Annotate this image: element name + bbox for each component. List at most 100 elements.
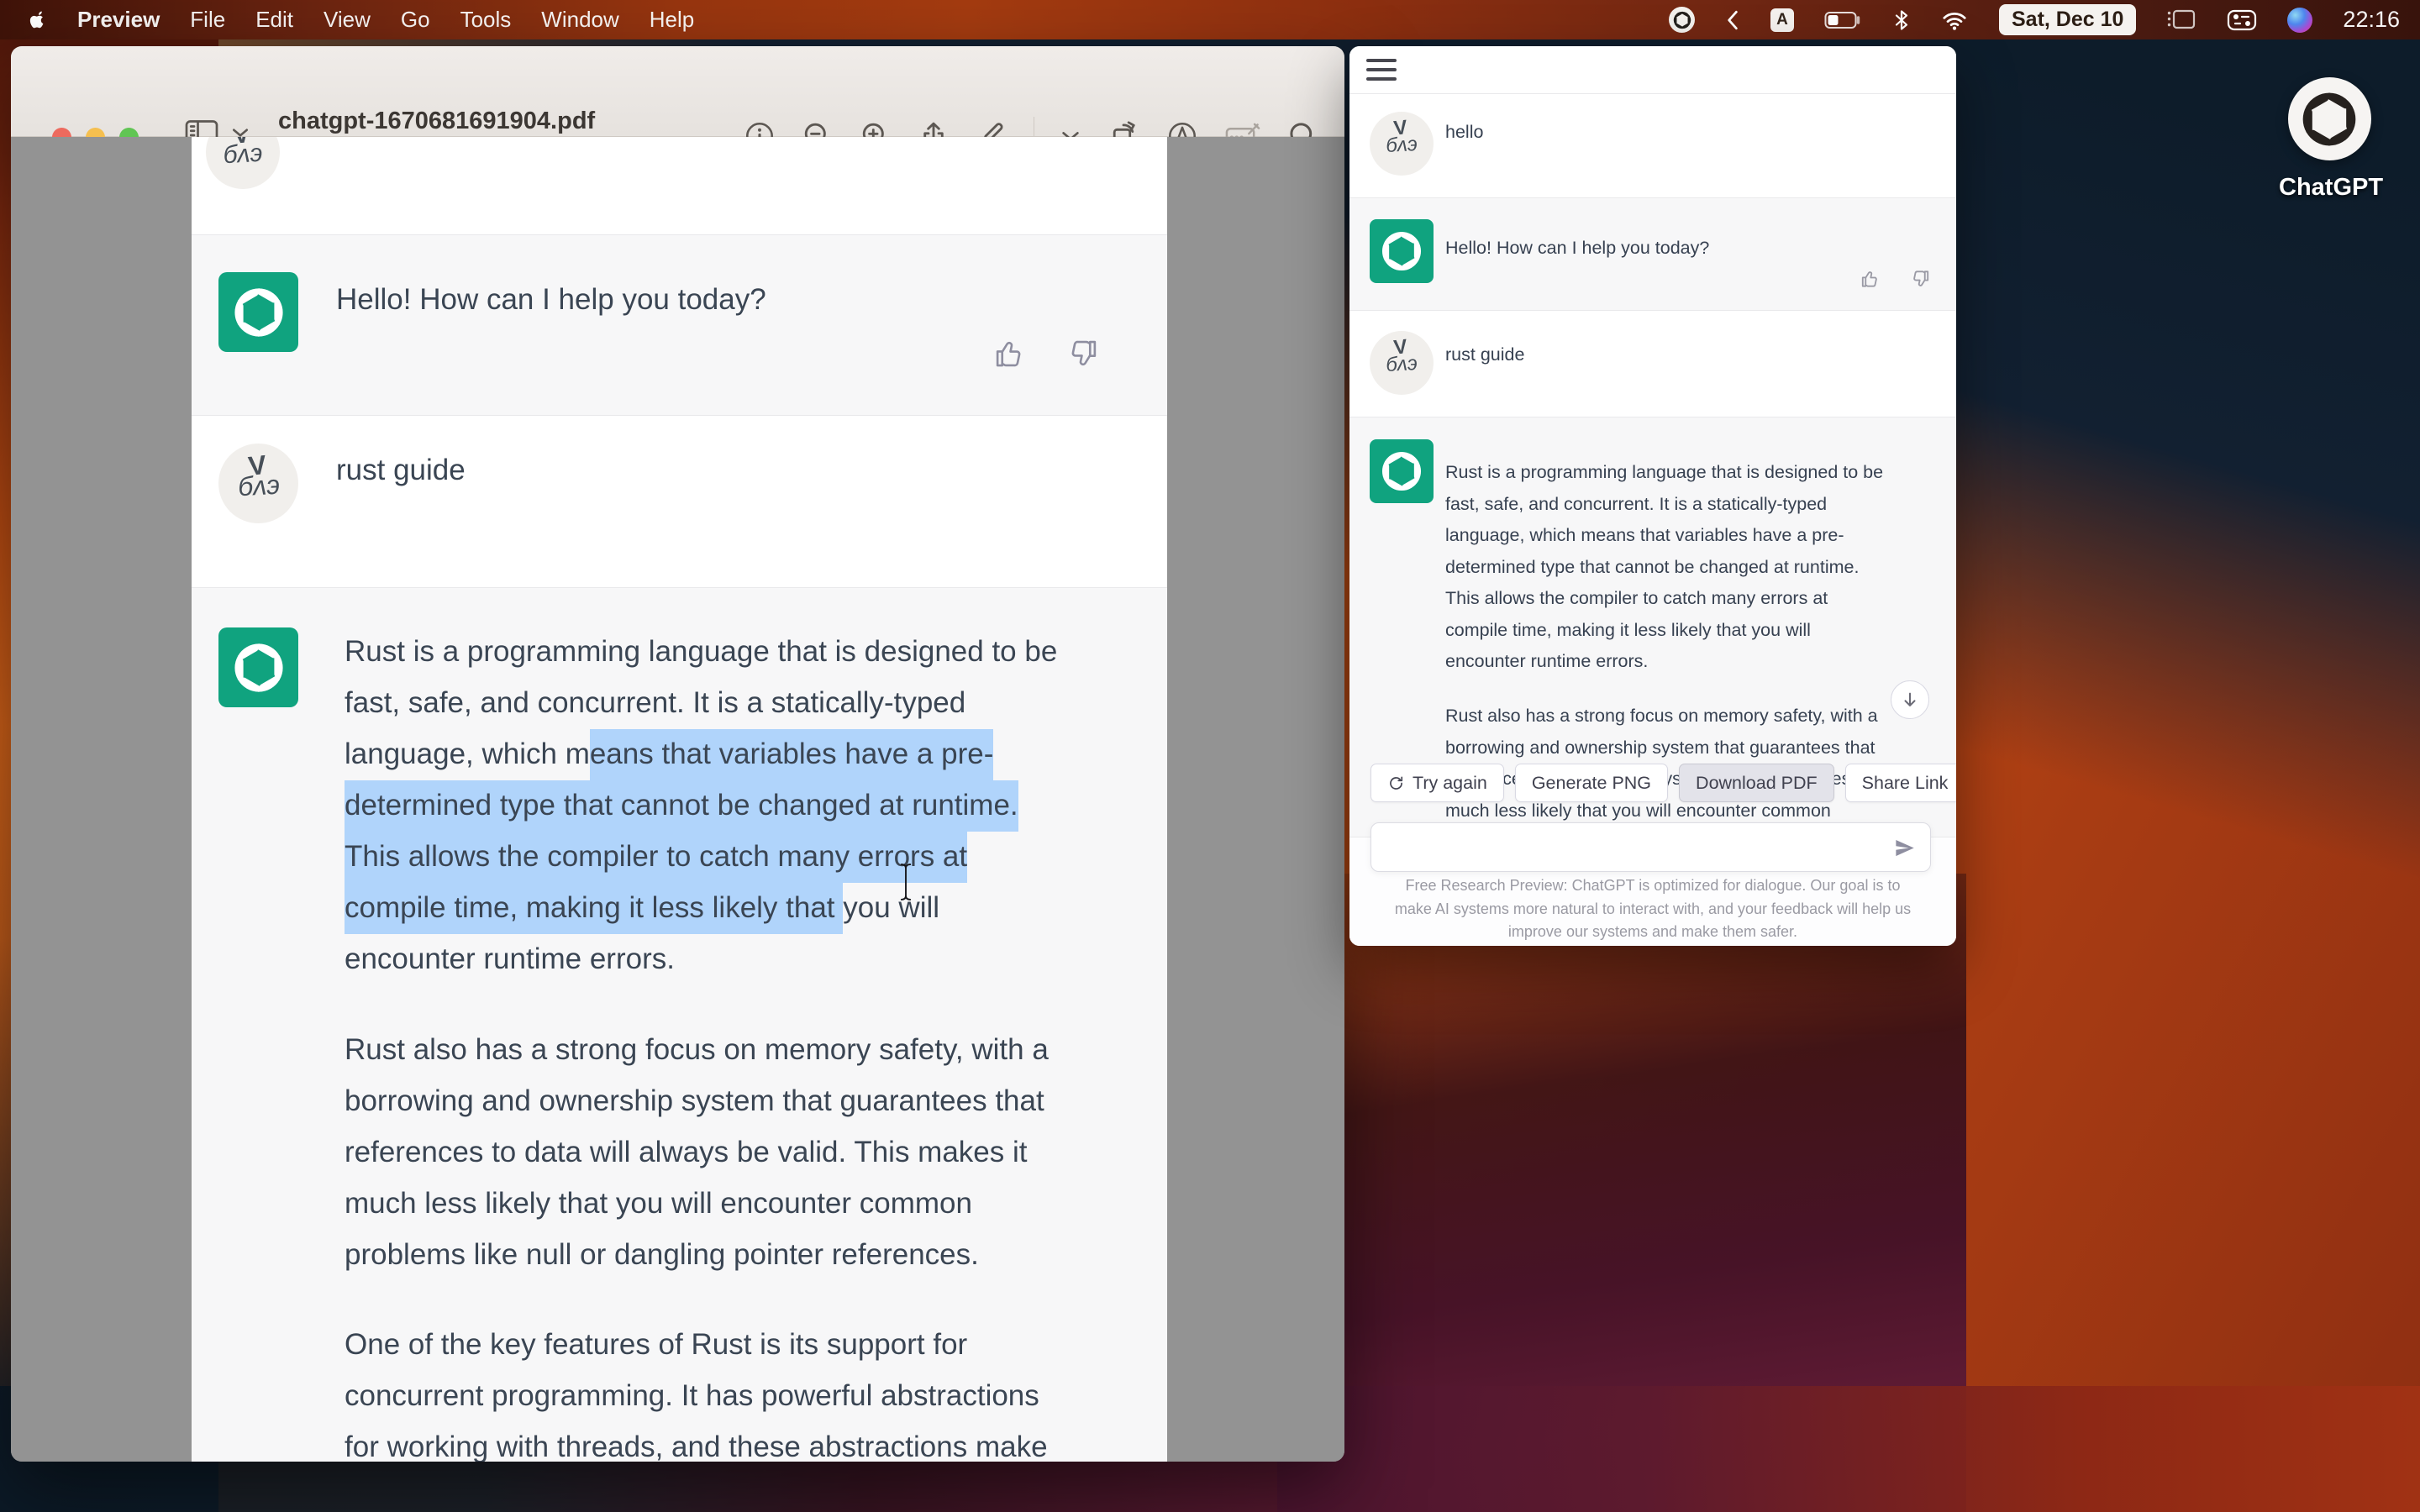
text-line: compile time, making it less likely that… — [345, 882, 1057, 933]
input-source-icon[interactable]: A — [1770, 8, 1794, 32]
user-avatar: V бʌэ — [206, 137, 280, 189]
user-message: rust guide — [1445, 344, 1524, 365]
battery-icon[interactable] — [1824, 10, 1863, 30]
text-line: Free Research Preview: ChatGPT is optimi… — [1365, 874, 1941, 898]
menu-item-window[interactable]: Window — [541, 7, 618, 33]
chat-topbar — [1349, 46, 1956, 94]
text-line: Rust is a programming language that is d… — [1445, 457, 1883, 489]
assistant-message-row: Rust is a programming language that is d… — [192, 587, 1167, 1462]
window-title: chatgpt-1670681691904.pdf — [278, 108, 595, 135]
menu-item-edit[interactable]: Edit — [255, 7, 293, 33]
text-line: One of the key features of Rust is its s… — [345, 1319, 1048, 1370]
send-icon[interactable] — [1893, 837, 1916, 859]
generate-png-button[interactable]: Generate PNG — [1515, 764, 1668, 802]
retry-icon — [1387, 774, 1405, 792]
user-message: hello — [1445, 122, 1483, 143]
thumbs-up-icon[interactable] — [992, 336, 1028, 371]
user-avatar: V бʌэ — [1370, 331, 1434, 395]
answer-paragraph-3[interactable]: One of the key features of Rust is its s… — [345, 1319, 1048, 1462]
thumbs-down-icon[interactable] — [1909, 268, 1931, 290]
text-line: borrowing and ownership system that guar… — [1445, 732, 1878, 764]
date-badge[interactable]: Sat, Dec 10 — [1999, 4, 2136, 35]
text-line: fast, safe, and concurrent. It is a stat… — [345, 677, 1057, 728]
text-line: much less likely that you will encounter… — [345, 1178, 1049, 1229]
pdf-viewport[interactable]: V бʌэ Hello! How can I help you today? — [11, 137, 1344, 1462]
feedback-buttons — [992, 336, 1100, 371]
siri-icon[interactable] — [2287, 8, 2312, 33]
thumbs-up-icon[interactable] — [1860, 268, 1881, 290]
user-avatar: V бʌэ — [218, 444, 298, 523]
chatgpt-status-icon[interactable] — [1669, 7, 1695, 33]
chevron-left-icon[interactable] — [1725, 9, 1740, 31]
text-line: determined type that cannot be changed a… — [345, 780, 1057, 831]
menu-bar: Preview File Edit View Go Tools Window H… — [0, 0, 2420, 39]
openai-logo-icon — [2288, 77, 2371, 160]
thumbs-down-icon[interactable] — [1065, 336, 1100, 371]
user-message-row: V бʌэ rust guide — [192, 414, 1167, 587]
text-line: concurrent programming. It has powerful … — [345, 1370, 1048, 1421]
selected-text: This allows the compiler to catch many e… — [345, 832, 967, 883]
chatgpt-avatar — [218, 627, 298, 707]
text-line: for working with threads, and these abst… — [345, 1421, 1048, 1462]
apple-icon[interactable] — [25, 8, 47, 33]
action-buttons: Try again Generate PNG Download PDF Shar… — [1370, 764, 1956, 802]
assistant-message-row: Hello! How can I help you today? — [1349, 197, 1956, 311]
control-center-icon[interactable] — [2227, 9, 2257, 31]
chatgpt-avatar — [1370, 219, 1434, 283]
text-line: compile time, making it less likely that… — [1445, 615, 1883, 647]
user-message: rust guide — [336, 454, 466, 487]
text-line: Rust is a programming language that is d… — [345, 626, 1057, 677]
text-line: encounter runtime errors. — [1445, 646, 1883, 678]
user-message-row: V бʌэ hello — [1349, 93, 1956, 197]
screen-mirroring-icon[interactable] — [2166, 8, 2196, 31]
chatgpt-desktop-icon[interactable]: ChatGPT — [2279, 77, 2380, 202]
menu-item-view[interactable]: View — [324, 7, 371, 33]
text-line: make AI systems more natural to interact… — [1365, 898, 1941, 921]
text-line: references to data will always be valid.… — [345, 1126, 1049, 1178]
bluetooth-icon[interactable] — [1893, 8, 1910, 32]
hamburger-icon[interactable] — [1366, 59, 1397, 81]
user-avatar: V бʌэ — [1370, 112, 1434, 176]
try-again-button[interactable]: Try again — [1370, 764, 1504, 802]
assistant-message: Hello! How can I help you today? — [336, 283, 766, 317]
menu-item-go[interactable]: Go — [401, 7, 430, 33]
chatgpt-avatar — [1370, 439, 1434, 503]
preview-window: chatgpt-1670681691904.pdf 1 page — [11, 46, 1344, 1462]
preview-titlebar[interactable]: chatgpt-1670681691904.pdf 1 page — [11, 46, 1344, 137]
text-line: improve our systems and make them safer. — [1365, 921, 1941, 944]
text-line: language, which means that variables hav… — [345, 728, 1057, 780]
assistant-message-row: Hello! How can I help you today? — [192, 234, 1167, 416]
answer-paragraph-2[interactable]: Rust also has a strong focus on memory s… — [345, 1024, 1049, 1280]
text-line: language, which means that variables hav… — [1445, 520, 1883, 552]
footer-disclaimer: Free Research Preview: ChatGPT is optimi… — [1365, 874, 1941, 944]
text-line: Rust also has a strong focus on memory s… — [345, 1024, 1049, 1075]
share-link-button[interactable]: Share Link — [1845, 764, 1956, 802]
chatgpt-window: V бʌэ hello Hello! How can I help you to… — [1349, 46, 1956, 946]
menu-item-file[interactable]: File — [190, 7, 225, 33]
text-line: determined type that cannot be changed a… — [1445, 552, 1883, 584]
selected-text: determined type that cannot be changed a… — [345, 780, 1018, 832]
text-line: borrowing and ownership system that guar… — [345, 1075, 1049, 1126]
feedback-buttons — [1860, 268, 1931, 290]
text-line: problems like null or dangling pointer r… — [345, 1229, 1049, 1280]
selected-text: eans that variables have a pre- — [590, 729, 994, 780]
text-line: encounter runtime errors. — [345, 933, 1057, 984]
menu-item-help[interactable]: Help — [650, 7, 694, 33]
menu-item-tools[interactable]: Tools — [460, 7, 512, 33]
answer-paragraph-1[interactable]: Rust is a programming language that is d… — [1445, 457, 1883, 678]
message-input[interactable] — [1370, 822, 1931, 872]
menu-item-preview[interactable]: Preview — [77, 7, 160, 33]
download-pdf-button[interactable]: Download PDF — [1679, 764, 1834, 802]
pdf-page[interactable]: V бʌэ Hello! How can I help you today? — [192, 137, 1167, 1462]
text-line: This allows the compiler to catch many e… — [345, 831, 1057, 882]
text-line: This allows the compiler to catch many e… — [1445, 583, 1883, 615]
scroll-down-button[interactable] — [1891, 680, 1929, 719]
clock: 22:16 — [2343, 7, 2400, 33]
text-line: Rust also has a strong focus on memory s… — [1445, 701, 1878, 732]
answer-paragraph-1[interactable]: Rust is a programming language that is d… — [345, 626, 1057, 984]
text-line: fast, safe, and concurrent. It is a stat… — [1445, 489, 1883, 521]
wifi-icon[interactable] — [1940, 9, 1969, 31]
user-message-row: V бʌэ rust guide — [1349, 309, 1956, 417]
desktop-icon-label: ChatGPT — [2279, 174, 2380, 202]
text-cursor — [897, 863, 914, 901]
